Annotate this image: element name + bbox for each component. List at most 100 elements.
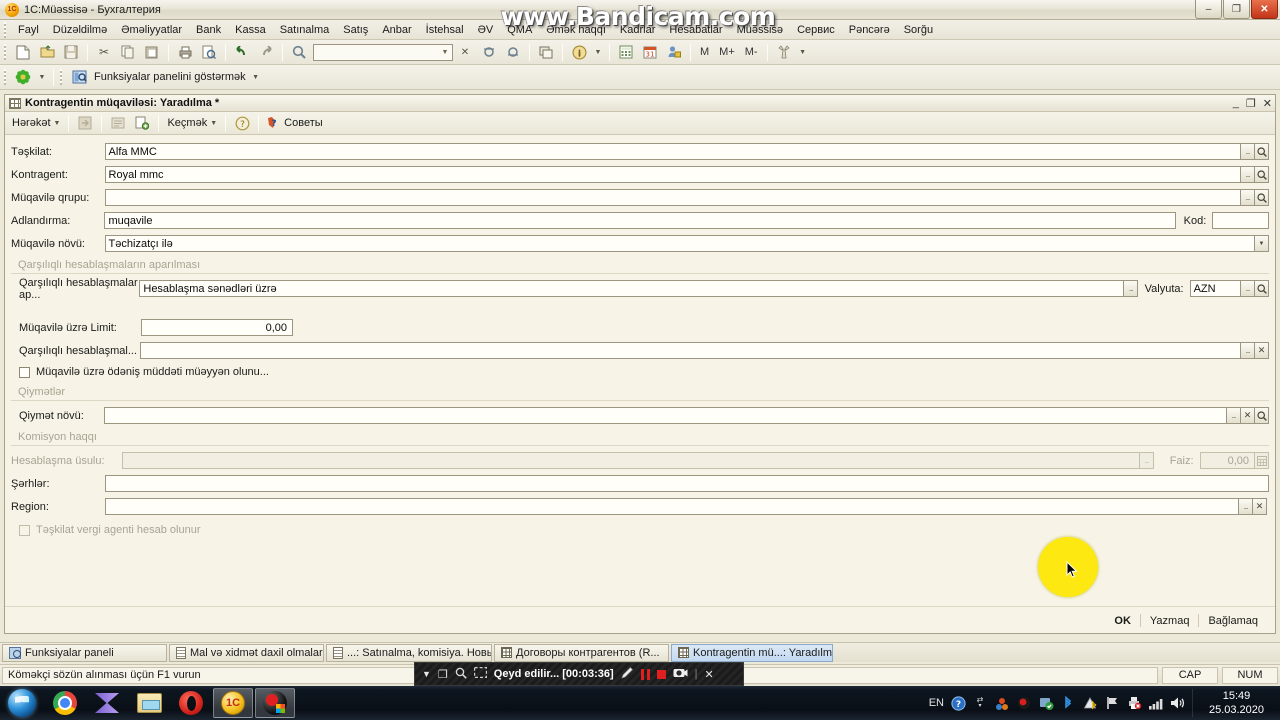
tips-button[interactable]: ? Советы [263, 115, 326, 131]
price-type-input[interactable] [104, 407, 1227, 424]
menu-item-service[interactable]: Сервис [790, 22, 842, 38]
clock[interactable]: 15:49 25.03.2020 [1192, 689, 1276, 717]
valyuta-input[interactable]: AZN [1189, 280, 1242, 297]
flag-icon[interactable] [1104, 695, 1120, 711]
search-icon[interactable] [288, 42, 310, 63]
form-row-payment-term-checkbox[interactable]: Müqavilə üzrə ödəniş müddəti müəyyən olu… [11, 363, 1269, 381]
region-clear-icon[interactable]: ✕ [1253, 498, 1267, 515]
user-permissions-icon[interactable] [663, 42, 685, 63]
kontragent-search-icon[interactable] [1255, 166, 1269, 183]
menu-item-emek-haqqi[interactable]: Əmək haqqı [539, 22, 613, 38]
menu-item-emeliyyatlar[interactable]: Əməliyyatlar [114, 22, 189, 38]
functions-panel-icon[interactable] [68, 67, 90, 88]
menu-item-hesabatlar[interactable]: Hesabatlar [662, 22, 729, 38]
antivirus-icon[interactable] [1038, 695, 1054, 711]
language-indicator[interactable]: EN [929, 697, 944, 709]
minimize-button[interactable]: – [1195, 0, 1222, 19]
close-button[interactable]: Bağlamaq [1199, 613, 1267, 629]
region-select-button[interactable]: ... [1239, 498, 1253, 515]
mdi-button-contract-form[interactable]: Kontragentin mü...: Yaradılma * [671, 643, 833, 662]
utorrent-icon[interactable] [994, 695, 1010, 711]
mdi-button-goods-receipt[interactable]: Mal və xidmət daxil olmaları [169, 643, 324, 662]
price-type-search-icon[interactable] [1255, 407, 1269, 424]
tools-dropdown-icon[interactable]: ▼ [797, 42, 809, 63]
print-icon[interactable] [174, 42, 196, 63]
copy-record-icon[interactable] [131, 113, 153, 134]
taskbar-item-explorer[interactable] [129, 688, 169, 718]
calendar-icon[interactable]: 31 [639, 42, 661, 63]
taskbar-item-opera[interactable] [171, 688, 211, 718]
kontragent-select-button[interactable]: ... [1241, 166, 1255, 183]
taskbar-item-chrome[interactable] [45, 688, 85, 718]
maximize-button[interactable]: ❐ [1223, 0, 1250, 19]
muqavile-qrupu-input[interactable] [104, 189, 1241, 206]
menu-item-satinalma[interactable]: Satınalma [273, 22, 337, 38]
bandicam-pause-icon[interactable] [640, 668, 650, 680]
record-icon[interactable] [1016, 695, 1032, 711]
functions-panel-label[interactable]: Funksiyalar panelini göstərmək [91, 71, 249, 83]
cut-icon[interactable]: ✂ [93, 42, 115, 63]
price-type-select-button[interactable]: ... [1227, 407, 1241, 424]
payment-term-checkbox[interactable] [19, 366, 30, 378]
taskbar-item-media-player[interactable] [87, 688, 127, 718]
bandicam-window-mode-icon[interactable]: ❐ [438, 668, 448, 681]
close-button[interactable]: ✕ [1251, 0, 1278, 19]
save-and-close-icon[interactable] [74, 113, 96, 134]
copy-icon[interactable] [117, 42, 139, 63]
bandicam-stop-icon[interactable] [656, 669, 666, 679]
menu-item-anbar[interactable]: Anbar [375, 22, 418, 38]
menu-item-satis[interactable]: Satış [336, 22, 375, 38]
bandicam-close-icon[interactable]: ✕ [705, 668, 714, 681]
muqavile-qrupu-search-icon[interactable] [1255, 189, 1269, 206]
muqavile-qrupu-select-button[interactable]: ... [1241, 189, 1255, 206]
info-dropdown-icon[interactable]: ▼ [592, 42, 604, 63]
mdi-button-purchase-commission[interactable]: ...: Satınalma, komisiya. Новы... [326, 643, 492, 662]
contract-minimize-button[interactable]: _ [1233, 97, 1239, 110]
bandicam-draw-icon[interactable] [621, 666, 634, 682]
menu-grip[interactable] [2, 21, 8, 38]
menu-item-pencere[interactable]: Pəncərə [842, 22, 897, 38]
contract-close-button[interactable]: ✕ [1263, 97, 1272, 110]
flower-icon[interactable] [12, 67, 34, 88]
menu-item-istehsal[interactable]: İstehsal [419, 22, 471, 38]
printer-icon[interactable] [1126, 695, 1142, 711]
bluetooth-icon[interactable] [1060, 695, 1076, 711]
menu-item-qma[interactable]: QMA [500, 22, 539, 38]
menu-item-muessise[interactable]: Müəssisə [730, 22, 790, 38]
open-icon[interactable] [36, 42, 58, 63]
adlandirma-input[interactable]: muqavile [104, 212, 1177, 229]
windows-list-icon[interactable] [535, 42, 557, 63]
menu-item-kadrlar[interactable]: Kadrlar [613, 22, 662, 38]
flower-dropdown-icon[interactable]: ▼ [36, 67, 48, 88]
limit-input[interactable]: 0,00 [141, 319, 293, 336]
region-input[interactable] [105, 498, 1239, 515]
help-icon[interactable]: ? [231, 113, 253, 134]
clear-search-icon[interactable]: ✕ [454, 42, 476, 63]
settlement-detail-clear-icon[interactable]: ✕ [1255, 342, 1269, 359]
valyuta-select-button[interactable]: ... [1241, 280, 1256, 297]
save-icon[interactable] [60, 42, 82, 63]
price-type-clear-icon[interactable]: ✕ [1241, 407, 1255, 424]
muqavile-novu-dropdown-icon[interactable]: ▼ [1255, 235, 1269, 252]
goto-menu-button[interactable]: Keçmək ▼ [163, 116, 221, 130]
taskbar-item-onec[interactable]: 1C [213, 688, 253, 718]
bandicam-zoom-icon[interactable] [455, 667, 467, 682]
undo-icon[interactable] [231, 42, 253, 63]
paste-icon[interactable] [141, 42, 163, 63]
memory-m-minus-button[interactable]: M- [740, 46, 763, 58]
chevron-down-icon[interactable]: ▼ [438, 49, 452, 56]
mdi-button-functions-panel[interactable]: Funksiyalar paneli [2, 643, 167, 662]
memory-m-plus-button[interactable]: M+ [714, 46, 740, 58]
menu-item-duzeldilme[interactable]: Düzəldilmə [46, 22, 114, 38]
menu-item-ev[interactable]: ƏV [471, 22, 501, 38]
start-button[interactable] [0, 687, 44, 719]
tax-agent-checkbox[interactable] [19, 524, 30, 536]
toolbar-grip[interactable] [2, 44, 8, 60]
volume-icon[interactable] [1170, 695, 1186, 711]
muqavile-novu-input[interactable]: Təchizatçı ilə [104, 235, 1255, 252]
bandicam-camera-icon[interactable] [673, 667, 688, 681]
action-center-icon[interactable]: ⇄ ▾ [972, 695, 988, 711]
info-icon[interactable] [568, 42, 590, 63]
menu-item-fayl[interactable]: Fayl [11, 22, 46, 38]
print-preview-icon[interactable] [198, 42, 220, 63]
